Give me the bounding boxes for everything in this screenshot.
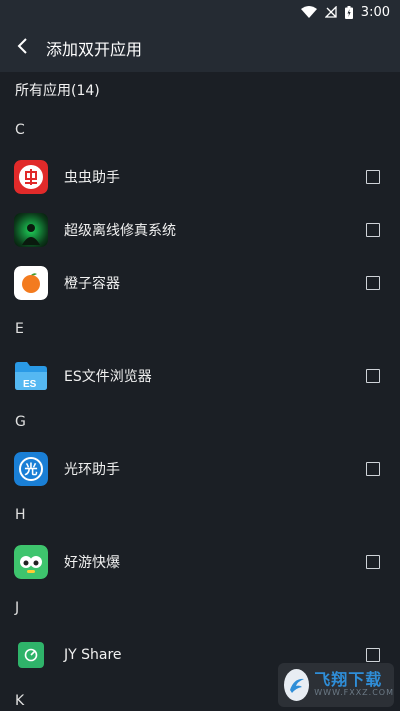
all-apps-count-label: 所有应用(14) bbox=[15, 83, 100, 99]
app-toolbar: 添加双开应用 bbox=[0, 24, 400, 72]
section-header-c: C bbox=[15, 122, 25, 138]
section-header-e: E bbox=[15, 321, 24, 337]
haoyou-icon bbox=[14, 544, 48, 579]
select-app-checkbox[interactable] bbox=[366, 222, 380, 237]
wifi-icon bbox=[300, 6, 317, 18]
section-header-g: G bbox=[15, 414, 26, 430]
jyshare-icon bbox=[14, 638, 48, 672]
app-name-label: 超级离线修真系统 bbox=[64, 222, 176, 239]
select-app-checkbox[interactable] bbox=[366, 554, 380, 569]
app-name-label: 光环助手 bbox=[64, 461, 120, 478]
status-bar: 3:00 bbox=[0, 0, 400, 24]
watermark-main-text: 飞翔下载 bbox=[314, 670, 383, 690]
guanghuan-icon: 光 bbox=[14, 451, 48, 486]
app-list-item[interactable]: 超级离线修真系统 bbox=[0, 203, 400, 256]
clock: 3:00 bbox=[360, 4, 390, 20]
xiuzhen-icon bbox=[14, 212, 48, 247]
svg-text:ES: ES bbox=[23, 379, 37, 390]
select-app-checkbox[interactable] bbox=[366, 275, 380, 290]
orange-icon bbox=[14, 265, 48, 300]
app-name-label: JY Share bbox=[64, 646, 122, 663]
watermark-emblem-icon bbox=[284, 669, 310, 701]
select-app-checkbox[interactable] bbox=[366, 461, 380, 476]
back-arrow-icon bbox=[17, 38, 29, 58]
app-list-item[interactable]: 橙子容器 bbox=[0, 256, 400, 309]
select-app-checkbox[interactable] bbox=[366, 169, 380, 184]
app-list-item[interactable]: ES ES文件浏览器 bbox=[0, 349, 400, 402]
select-app-checkbox[interactable] bbox=[366, 368, 380, 383]
app-name-label: 橙子容器 bbox=[64, 275, 120, 292]
watermark-sub-text: WWW.FXXZ.COM bbox=[314, 688, 394, 698]
app-name-label: 虫虫助手 bbox=[64, 169, 120, 186]
back-button[interactable] bbox=[0, 24, 46, 72]
app-list-item[interactable]: 光光环助手 bbox=[0, 442, 400, 495]
app-list[interactable]: 所有应用(14) C 虫虫助手超级离线修真系统 橙子容器 E ES ES文件浏览器 G 光光环… bbox=[0, 72, 400, 711]
chongchong-icon bbox=[14, 159, 48, 194]
app-list-item[interactable]: 好游快爆 bbox=[0, 535, 400, 588]
page-title: 添加双开应用 bbox=[46, 40, 143, 59]
no-signal-icon bbox=[324, 6, 337, 18]
watermark-logo: 飞翔下载 WWW.FXXZ.COM bbox=[278, 663, 394, 707]
section-header-j: J bbox=[15, 600, 20, 616]
app-name-label: ES文件浏览器 bbox=[64, 368, 152, 385]
es-folder-icon: ES bbox=[14, 359, 48, 393]
battery-icon bbox=[344, 5, 353, 19]
app-list-item[interactable]: 虫虫助手 bbox=[0, 150, 400, 203]
app-name-label: 好游快爆 bbox=[64, 554, 120, 571]
section-header-h: H bbox=[15, 507, 26, 523]
select-app-checkbox[interactable] bbox=[366, 647, 380, 662]
